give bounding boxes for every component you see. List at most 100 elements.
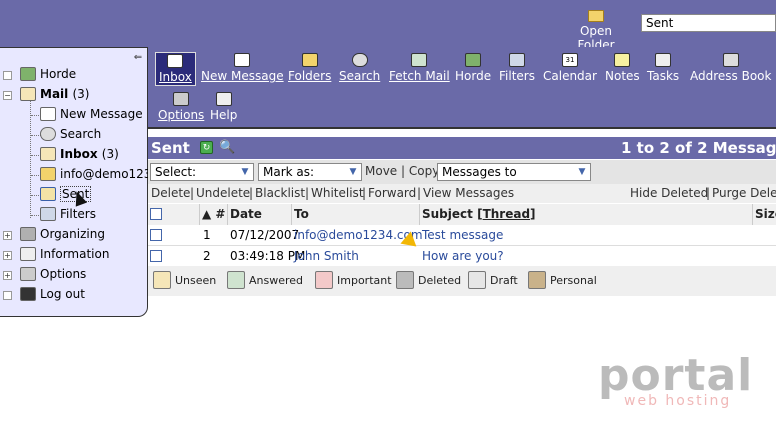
- deleted-icon: [396, 271, 414, 289]
- sidebar-item-filters[interactable]: Filters: [40, 204, 96, 224]
- sidebar-item-label: Organizing: [40, 227, 105, 241]
- undelete-link[interactable]: Undelete: [196, 186, 250, 200]
- fetch-mail-icon: [411, 53, 428, 67]
- tree-leaf-box: [3, 291, 12, 300]
- address-book-icon: [722, 53, 739, 67]
- blacklist-link[interactable]: Blacklist: [255, 186, 305, 200]
- tasks-icon: [655, 53, 672, 67]
- menu-horde[interactable]: Horde: [455, 53, 491, 83]
- chevron-down-icon: ▼: [349, 167, 357, 177]
- menu-fetch-mail[interactable]: Fetch Mail: [389, 53, 450, 83]
- sidebar-item-horde[interactable]: Horde: [20, 64, 76, 84]
- answered-icon: [227, 271, 245, 289]
- sidebar-item-logout[interactable]: Log out: [20, 284, 85, 304]
- column-size[interactable]: Size: [755, 207, 776, 221]
- refresh-icon[interactable]: ↻: [200, 141, 213, 154]
- chevron-down-icon: ▼: [578, 167, 586, 177]
- sidebar-item-label: Options: [40, 267, 87, 281]
- options-icon: [173, 92, 190, 106]
- whitelist-link[interactable]: Whitelist: [311, 186, 364, 200]
- message-count: 1 to 2 of 2 Messages: [621, 139, 776, 157]
- row-checkbox[interactable]: [150, 250, 162, 262]
- collapse-toggle[interactable]: −: [3, 91, 12, 100]
- menu-calendar[interactable]: 31 Calendar: [543, 53, 597, 83]
- search-icon: [351, 53, 368, 67]
- menu-folders[interactable]: Folders: [288, 53, 331, 83]
- sidebar-item-info-folder[interactable]: info@demo1234: [40, 164, 159, 184]
- select-dropdown[interactable]: Select: ▼: [150, 163, 254, 181]
- row-number: 1: [203, 228, 211, 242]
- sidebar-item-label: Search: [60, 127, 102, 141]
- forward-link[interactable]: Forward: [368, 186, 416, 200]
- menu-help[interactable]: Help: [210, 92, 237, 122]
- copy-link[interactable]: Copy: [409, 164, 439, 178]
- purge-deleted-link[interactable]: Purge Deleted: [712, 186, 776, 200]
- menu-options[interactable]: Options: [158, 92, 204, 122]
- thread-link[interactable]: Thread: [483, 207, 530, 221]
- notes-icon: [614, 53, 631, 67]
- chevron-down-icon: ▼: [241, 167, 249, 177]
- logout-icon: [20, 287, 36, 301]
- target-folder-dropdown[interactable]: Messages to ▼: [437, 163, 591, 181]
- sidebar-collapse-icon[interactable]: ⇐: [131, 52, 145, 64]
- search-icon[interactable]: 🔍: [219, 140, 235, 155]
- row-number: 2: [203, 249, 211, 263]
- expand-toggle[interactable]: +: [3, 231, 12, 240]
- hide-deleted-link[interactable]: Hide Deleted: [630, 186, 708, 200]
- sidebar-item-organizing[interactable]: Organizing: [20, 224, 105, 244]
- sidebar-item-label: Horde: [40, 67, 77, 81]
- compose-icon: [40, 107, 56, 121]
- menu-filters[interactable]: Filters: [499, 53, 535, 83]
- menu-inbox[interactable]: Inbox: [155, 52, 196, 86]
- search-icon: [40, 127, 56, 141]
- legend-deleted: Deleted: [396, 271, 461, 289]
- sidebar-item-label: Inbox: [60, 147, 98, 161]
- menu-address-book[interactable]: Address Book: [690, 53, 771, 83]
- expand-toggle[interactable]: +: [3, 271, 12, 280]
- calendar-icon: 31: [561, 53, 578, 67]
- unseen-icon: [153, 271, 171, 289]
- sent-icon: [40, 187, 56, 201]
- delete-link[interactable]: Delete: [151, 186, 190, 200]
- open-folder-button[interactable]: Open Folder: [560, 10, 632, 52]
- filter-icon: [508, 53, 525, 67]
- sidebar-item-options[interactable]: Options: [20, 264, 86, 284]
- draft-icon: [468, 271, 486, 289]
- column-date[interactable]: Date: [230, 207, 262, 221]
- column-to[interactable]: To: [294, 207, 309, 221]
- watermark-tagline: web hosting: [624, 393, 732, 409]
- sidebar-item-search[interactable]: Search: [40, 124, 101, 144]
- move-link[interactable]: Move: [365, 164, 397, 178]
- column-number[interactable]: ▲ #: [202, 207, 225, 221]
- horde-icon: [20, 67, 36, 81]
- sidebar-item-label: Information: [40, 247, 110, 261]
- move-copy-group: Move | Copy: [365, 164, 440, 178]
- menu-search[interactable]: Search: [339, 53, 380, 83]
- folder-select[interactable]: Sent: [641, 14, 776, 32]
- sidebar-item-label: New Message: [60, 107, 143, 121]
- sidebar-item-information[interactable]: Information: [20, 244, 109, 264]
- row-subject-link[interactable]: Test message: [422, 228, 503, 242]
- column-subject[interactable]: Subject [Thread]: [422, 207, 536, 221]
- row-date: 07/12/2007: [230, 228, 300, 242]
- row-checkbox[interactable]: [150, 229, 162, 241]
- help-icon: [215, 92, 232, 106]
- sidebar-item-new-message[interactable]: New Message: [40, 104, 143, 124]
- sidebar-item-inbox[interactable]: Inbox (3): [40, 144, 119, 164]
- select-all-checkbox[interactable]: [150, 208, 162, 220]
- sidebar-item-mail[interactable]: Mail (3): [20, 84, 89, 104]
- expand-toggle[interactable]: +: [3, 251, 12, 260]
- menu-notes[interactable]: Notes: [605, 53, 640, 83]
- legend-draft: Draft: [468, 271, 518, 289]
- menu-tasks[interactable]: Tasks: [647, 53, 679, 83]
- important-icon: [315, 271, 333, 289]
- sort-asc-icon: ▲: [202, 207, 212, 221]
- menu-new-message[interactable]: New Message: [201, 53, 284, 83]
- mark-as-dropdown[interactable]: Mark as: ▼: [258, 163, 362, 181]
- mailbox-title: Sent: [151, 139, 190, 157]
- organizing-icon: [20, 227, 36, 241]
- view-messages-link[interactable]: View Messages: [423, 186, 514, 200]
- unread-count: (3): [72, 87, 90, 101]
- row-recipient[interactable]: John Smith: [294, 249, 359, 263]
- row-subject-link[interactable]: How are you?: [422, 249, 504, 263]
